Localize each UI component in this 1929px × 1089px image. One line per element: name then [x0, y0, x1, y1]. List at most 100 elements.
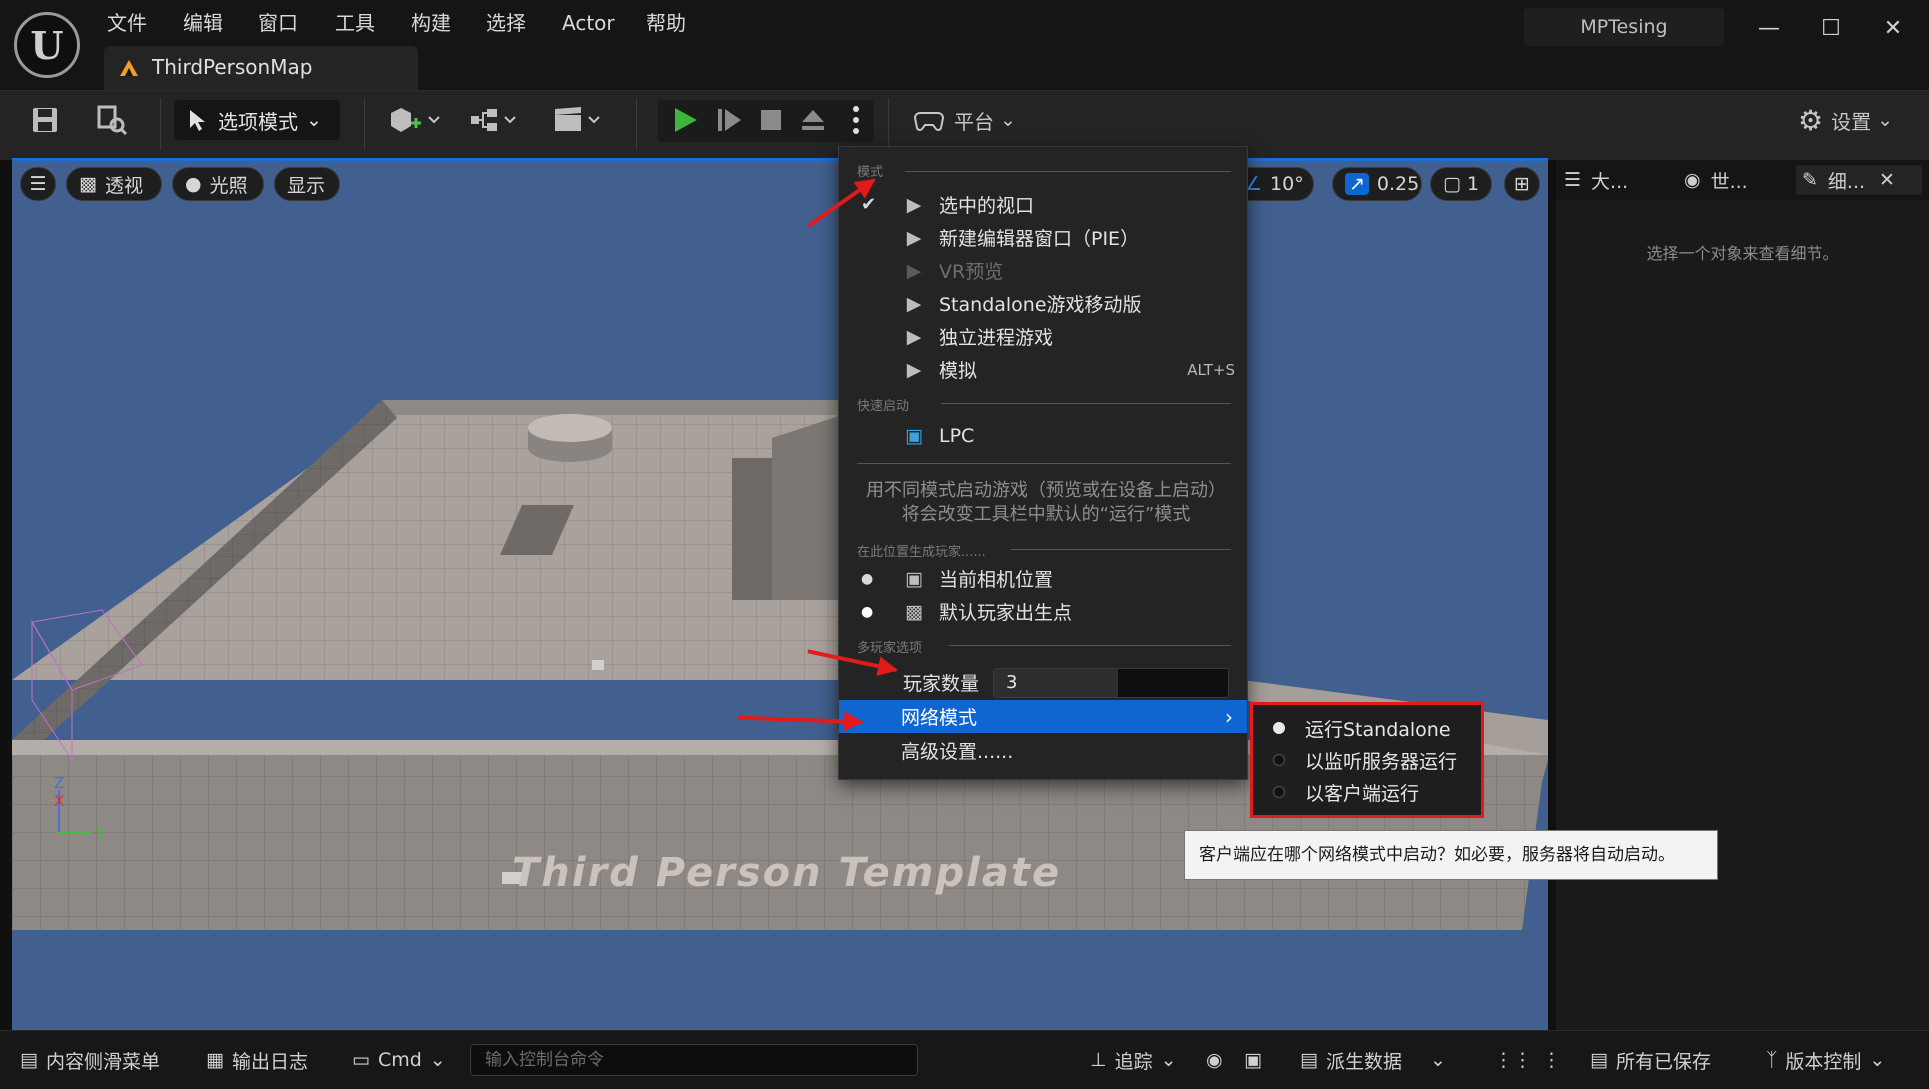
content-drawer-button[interactable]: ▤ 内容侧滑菜单	[20, 1045, 160, 1075]
tab-world[interactable]: ◉ 世...	[1684, 165, 1784, 195]
activity-icon[interactable]: ⋮⋮	[1494, 1045, 1532, 1075]
menu-item-label: Standalone游戏移动版	[939, 294, 1142, 316]
globe-icon: ◉	[1684, 169, 1701, 191]
level-tab-label: ThirdPersonMap	[152, 55, 313, 79]
level-viewport[interactable]: Third Person Template Z X Y	[12, 160, 1548, 1030]
source-control-dropdown[interactable]: ᛉ 版本控制 ⌄	[1766, 1045, 1885, 1075]
menu-item-default-player-start[interactable]: ● ▩ 默认玩家出生点	[839, 595, 1247, 628]
net-mode-label: 以客户端运行	[1305, 782, 1420, 805]
menu-help[interactable]: 帮助	[646, 8, 686, 38]
menu-item-camera-location[interactable]: ● ▣ 当前相机位置	[839, 562, 1247, 595]
menu-item-advanced-settings[interactable]: 高级设置......	[839, 734, 1247, 767]
viewport-focus-line	[12, 158, 1548, 161]
cmd-dropdown[interactable]: ▭ Cmd ⌄	[352, 1045, 446, 1075]
database-icon: ▤	[1300, 1049, 1318, 1071]
net-mode-label: 以监听服务器运行	[1305, 750, 1458, 773]
menu-select[interactable]: 选择	[486, 8, 526, 38]
cmd-label: Cmd	[377, 1049, 422, 1071]
menu-item-net-mode[interactable]: 网络模式 ›	[839, 700, 1247, 733]
layout-grid-icon[interactable]: ⊞	[1504, 167, 1540, 201]
more-options-icon[interactable]: ⋮	[1542, 1045, 1561, 1075]
maximize-icon[interactable]: ☐	[1816, 14, 1846, 44]
viewport-menu-icon[interactable]: ☰	[20, 167, 56, 201]
eject-icon[interactable]	[796, 101, 830, 139]
section-multiplayer: 多玩家选项	[857, 641, 923, 656]
players-count-input[interactable]: 3	[993, 668, 1229, 698]
net-mode-client[interactable]: 以客户端运行	[1253, 776, 1481, 808]
lighting-button[interactable]: ● 光照	[172, 167, 264, 201]
tab-outliner[interactable]: ☰ 大...	[1564, 165, 1664, 195]
menu-window[interactable]: 窗口	[258, 8, 298, 38]
scale-snap-button[interactable]: ↗ 0.25	[1332, 167, 1422, 201]
menu-item-label: 模拟	[939, 360, 978, 382]
menu-item-simulate[interactable]: ▶ 模拟 ALT+S	[839, 353, 1247, 386]
close-tab-icon[interactable]: ✕	[1879, 169, 1895, 191]
camera-icon: ▣	[905, 567, 923, 590]
pencil-icon: ✎	[1802, 169, 1818, 191]
menu-build[interactable]: 构建	[411, 8, 451, 38]
settings-dropdown[interactable]: ⚙ 设置 ⌄	[1798, 101, 1902, 139]
net-mode-listen-server[interactable]: 以监听服务器运行	[1253, 744, 1481, 776]
divider	[905, 171, 1231, 172]
level-tab[interactable]: ThirdPersonMap	[104, 46, 418, 90]
toolbar-separator	[888, 98, 889, 150]
play-mode-description: 用不同模式启动游戏（预览或在设备上启动）将会改变工具栏中默认的“运行”模式	[866, 480, 1226, 525]
menu-item-label: 网络模式	[901, 707, 978, 729]
chevron-down-icon: ⌄	[1160, 1049, 1177, 1071]
branch-icon: ᛉ	[1766, 1049, 1778, 1071]
vr-icon: ▶	[906, 259, 922, 282]
output-log-button[interactable]: ▦ 输出日志	[206, 1045, 308, 1075]
all-saved-label: 所有已保存	[1615, 1050, 1711, 1073]
mode-label: 选项模式	[218, 109, 298, 134]
minimize-icon[interactable]: —	[1754, 14, 1784, 44]
save-all-button[interactable]: ▤ 所有已保存	[1590, 1045, 1711, 1075]
close-window-icon[interactable]: ✕	[1878, 14, 1908, 44]
perspective-button[interactable]: ▩ 透视	[66, 167, 162, 201]
menu-tools[interactable]: 工具	[335, 8, 375, 38]
player-start-icon: ▩	[905, 600, 923, 623]
platform-dropdown[interactable]: 平台 ⌄	[914, 101, 1026, 139]
source-control-label: 版本控制	[1785, 1050, 1862, 1073]
menu-item-mobile-standalone[interactable]: ▶ Standalone游戏移动版	[839, 287, 1247, 320]
camera-speed-button[interactable]: ▢ 1	[1430, 167, 1492, 201]
show-button[interactable]: 显示	[274, 167, 340, 201]
add-actor-icon[interactable]	[386, 101, 444, 139]
standalone-play-icon: ▶	[906, 325, 922, 348]
menu-item-new-editor-window[interactable]: ▶ 新建编辑器窗口（PIE）	[839, 221, 1247, 254]
chevron-down-icon: ⌄	[1869, 1049, 1886, 1071]
net-mode-standalone[interactable]: 运行Standalone	[1253, 712, 1481, 744]
output-log-label: 输出日志	[231, 1050, 308, 1073]
mode-dropdown[interactable]: 选项模式 ⌄	[174, 100, 340, 140]
unreal-logo-icon[interactable]: U	[14, 12, 80, 78]
cube-icon: ▩	[79, 173, 97, 195]
skip-forward-icon[interactable]	[712, 101, 746, 139]
toolbar-separator	[364, 98, 365, 150]
axis-x-label: X	[54, 792, 65, 810]
play-options-icon[interactable]	[846, 101, 866, 139]
radio-off-icon: ●	[861, 570, 874, 587]
console-input[interactable]: 输入控制台命令	[470, 1044, 918, 1076]
trace-dropdown[interactable]: ⊥ 追踪 ⌄	[1090, 1045, 1177, 1075]
menu-item-standalone-game[interactable]: ▶ 独立进程游戏	[839, 320, 1247, 353]
tab-details[interactable]: ✎ 细... ✕	[1796, 165, 1922, 195]
stop-icon[interactable]	[754, 101, 788, 139]
tab-details-label: 细...	[1827, 170, 1866, 193]
radio-on-icon: ●	[861, 603, 874, 620]
play-icon[interactable]	[668, 101, 702, 139]
chevron-right-icon: ›	[1225, 704, 1233, 729]
drawer-icon: ▤	[20, 1049, 38, 1071]
menu-file[interactable]: 文件	[107, 8, 147, 38]
menu-edit[interactable]: 编辑	[183, 8, 223, 38]
snapshot-icon[interactable]: ▣	[1244, 1045, 1262, 1075]
record-icon[interactable]: ◉	[1206, 1045, 1223, 1075]
cinematics-icon[interactable]	[552, 101, 610, 139]
menu-actor[interactable]: Actor	[562, 8, 615, 38]
derived-data-dropdown[interactable]: ▤ 派生数据 ⌄	[1300, 1045, 1446, 1075]
browse-icon[interactable]	[94, 101, 130, 139]
net-mode-submenu: 运行Standalone 以监听服务器运行 以客户端运行	[1250, 702, 1484, 818]
menu-item-lpc[interactable]: ▣ LPC	[839, 419, 1247, 452]
menu-item-selected-viewport[interactable]: ✔ ▶ 选中的视口	[839, 188, 1247, 221]
save-icon[interactable]	[28, 101, 62, 139]
blueprint-icon[interactable]	[468, 101, 526, 139]
chevron-down-icon: ⌄	[1877, 109, 1894, 131]
